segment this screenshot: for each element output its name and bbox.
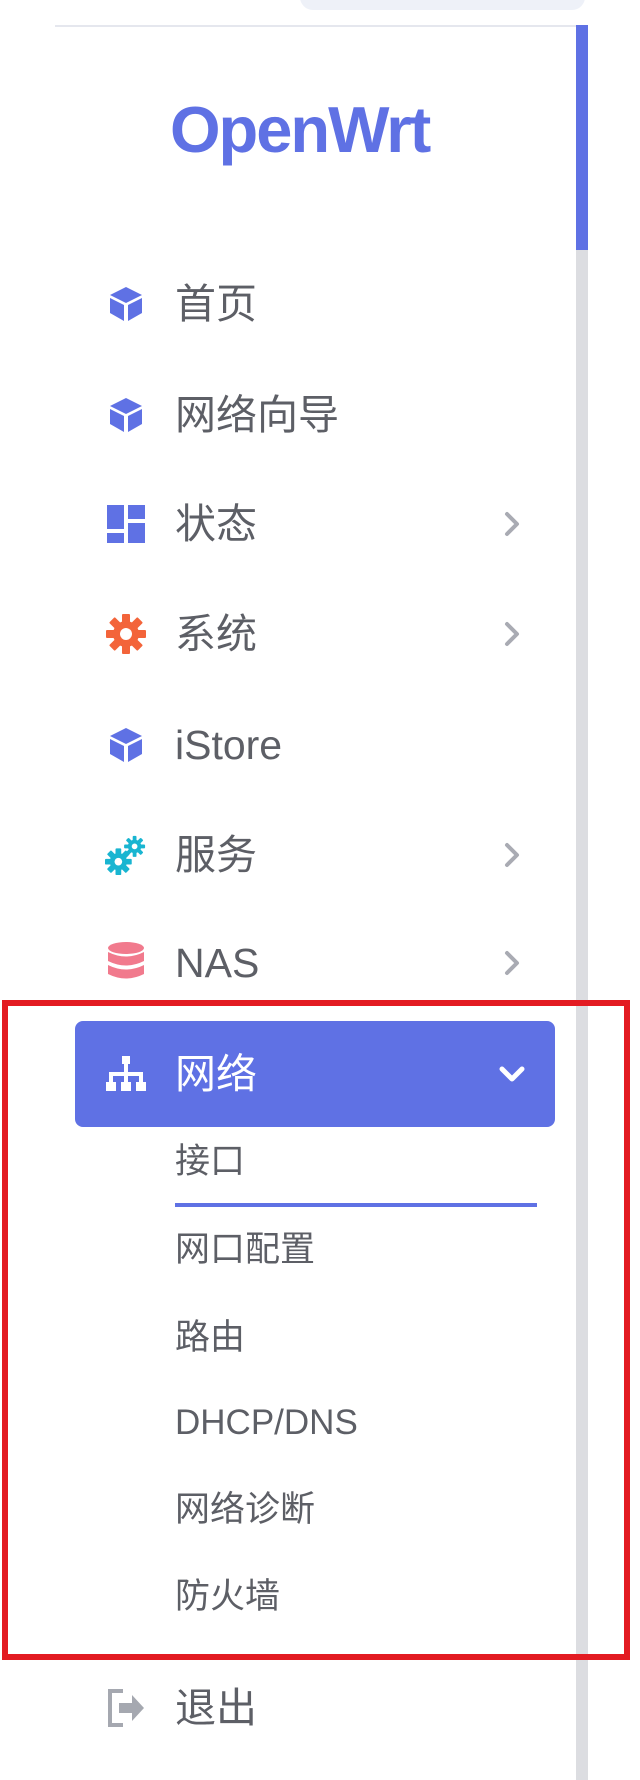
sidebar-item-label: 退出 bbox=[175, 1685, 257, 1731]
sidebar-item-network-wizard[interactable]: 网络向导 bbox=[75, 365, 555, 465]
gear-icon bbox=[105, 613, 147, 655]
sidebar-item-services[interactable]: 服务 bbox=[75, 805, 555, 905]
sidebar-item-label: NAS bbox=[175, 940, 260, 986]
sidebar-item-home[interactable]: 首页 bbox=[75, 254, 555, 354]
sidebar-item-label: 系统 bbox=[175, 611, 257, 657]
chevron-right-icon bbox=[497, 619, 527, 649]
sidebar-item-label: 网络向导 bbox=[175, 392, 339, 438]
annotation-highlight-box bbox=[2, 1000, 630, 1660]
cube-icon bbox=[105, 394, 147, 436]
gears-icon bbox=[105, 834, 147, 876]
sidebar-item-logout[interactable]: 退出 bbox=[75, 1658, 555, 1758]
cube-icon bbox=[105, 283, 147, 325]
openwrt-sidebar-page: OpenWrt 首页 网络向导 状态 系统 iStore 服务 NAS 网络 接… bbox=[0, 0, 640, 1780]
chevron-right-icon bbox=[497, 948, 527, 978]
sidebar-item-status[interactable]: 状态 bbox=[75, 474, 555, 574]
logout-icon bbox=[105, 1687, 147, 1729]
sidebar-item-system[interactable]: 系统 bbox=[75, 584, 555, 684]
database-icon bbox=[105, 942, 147, 984]
sidebar-item-label: iStore bbox=[175, 722, 283, 768]
chevron-right-icon bbox=[497, 509, 527, 539]
sidebar-item-label: 服务 bbox=[175, 832, 257, 878]
sidebar-item-istore[interactable]: iStore bbox=[75, 695, 555, 795]
sidebar-item-label: 状态 bbox=[175, 501, 257, 547]
sidebar-item-label: 首页 bbox=[175, 281, 257, 327]
chevron-right-icon bbox=[497, 840, 527, 870]
sidebar-item-nas[interactable]: NAS bbox=[75, 913, 555, 1013]
dashboard-icon bbox=[105, 503, 147, 545]
cube-icon bbox=[105, 724, 147, 766]
